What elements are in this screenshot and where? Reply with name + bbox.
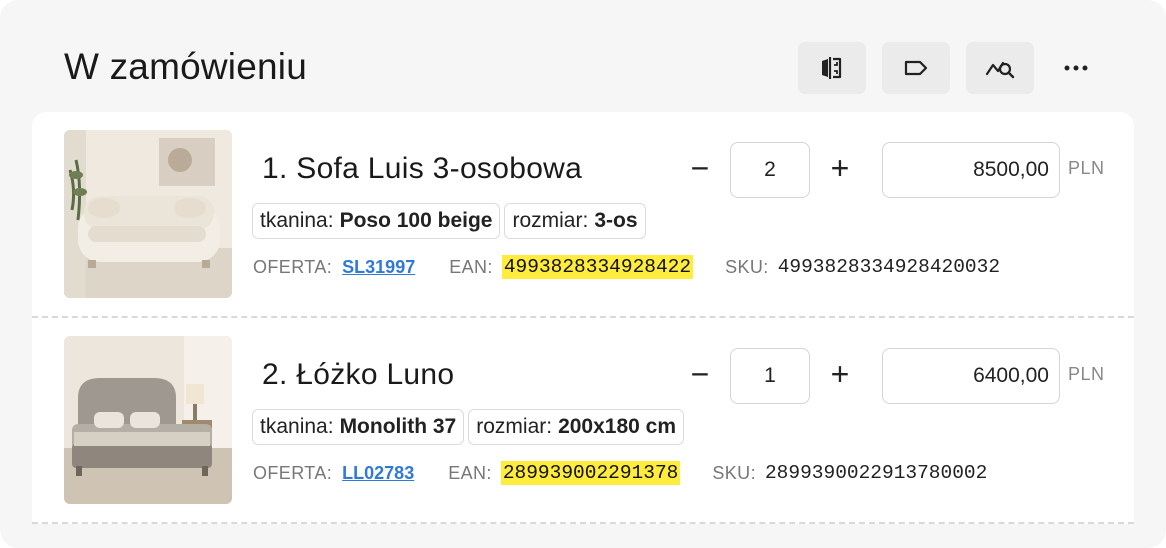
- product-image-bed: [64, 336, 232, 504]
- quantity-input[interactable]: 1: [730, 348, 810, 404]
- price-input[interactable]: 8500,00: [882, 142, 1060, 198]
- quantity-increment-button[interactable]: +: [820, 358, 860, 390]
- sku-label: SKU:: [725, 256, 769, 277]
- sku-value: 2899390022913780002: [764, 462, 988, 484]
- product-image-sofa: [64, 130, 232, 298]
- more-dots-icon: [1064, 64, 1088, 72]
- attribute-label: rozmiar:: [476, 415, 553, 438]
- sku-label: SKU:: [712, 462, 756, 483]
- currency-label: PLN: [1068, 364, 1105, 384]
- attribute-value: Poso 100 beige: [339, 209, 493, 232]
- attribute-chip-fabric: tkanina: Monolith 37: [252, 409, 465, 445]
- offer-label: OFERTA:: [253, 256, 333, 277]
- attribute-chips: tkanina: Poso 100 beige rozmiar: 3-os: [252, 203, 646, 239]
- product-meta: OFERTA: LL02783 EAN: 289939002291378 SKU…: [253, 458, 987, 488]
- page-title: W zamówieniu: [64, 46, 307, 87]
- attribute-value: Monolith 37: [339, 415, 457, 438]
- attribute-chip-size: rozmiar: 200x180 cm: [468, 409, 685, 445]
- split-compare-icon: [818, 54, 846, 82]
- product-meta: OFERTA: SL31997 EAN: 4993828334928422 SK…: [253, 252, 1000, 282]
- price-input[interactable]: 6400,00: [882, 348, 1060, 404]
- sku-value: 4993828334928420032: [777, 256, 1001, 278]
- attribute-chip-fabric: tkanina: Poso 100 beige: [252, 203, 501, 239]
- quantity-decrement-button[interactable]: −: [680, 152, 720, 184]
- tag-button[interactable]: [882, 42, 950, 94]
- chart-search-icon: [984, 54, 1016, 82]
- ean-value: 4993828334928422: [501, 255, 694, 279]
- analytics-search-button[interactable]: [966, 42, 1034, 94]
- list-item: 2. Łóżko Luno tkanina: Monolith 37 rozmi…: [32, 318, 1134, 524]
- currency-label: PLN: [1068, 158, 1105, 178]
- attribute-value: 200x180 cm: [558, 415, 677, 438]
- panel-header: W zamówieniu: [0, 0, 1166, 112]
- tag-icon: [902, 54, 930, 82]
- ean-label: EAN:: [449, 256, 493, 277]
- ean-value: 289939002291378: [500, 461, 681, 485]
- attribute-label: tkanina:: [260, 415, 334, 438]
- attribute-label: rozmiar:: [512, 209, 589, 232]
- quantity-increment-button[interactable]: +: [820, 152, 860, 184]
- offer-link[interactable]: SL31997: [342, 257, 415, 278]
- ean-label: EAN:: [448, 462, 492, 483]
- attribute-value: 3-os: [594, 209, 638, 232]
- offer-label: OFERTA:: [253, 462, 333, 483]
- quantity-decrement-button[interactable]: −: [680, 358, 720, 390]
- more-options-button[interactable]: [1042, 42, 1110, 94]
- attribute-chip-size: rozmiar: 3-os: [504, 203, 646, 239]
- product-name: 2. Łóżko Luno: [262, 358, 455, 391]
- order-items-list: 1. Sofa Luis 3-osobowa tkanina: Poso 100…: [32, 112, 1134, 524]
- list-item: 1. Sofa Luis 3-osobowa tkanina: Poso 100…: [32, 112, 1134, 318]
- compare-button[interactable]: [798, 42, 866, 94]
- attribute-label: tkanina:: [260, 209, 334, 232]
- order-panel: W zamówieniu 1. Sofa Luis 3-osobowa tkan…: [0, 0, 1166, 548]
- attribute-chips: tkanina: Monolith 37 rozmiar: 200x180 cm: [252, 409, 685, 445]
- product-name: 1. Sofa Luis 3-osobowa: [262, 152, 583, 185]
- quantity-input[interactable]: 2: [730, 142, 810, 198]
- offer-link[interactable]: LL02783: [342, 463, 414, 484]
